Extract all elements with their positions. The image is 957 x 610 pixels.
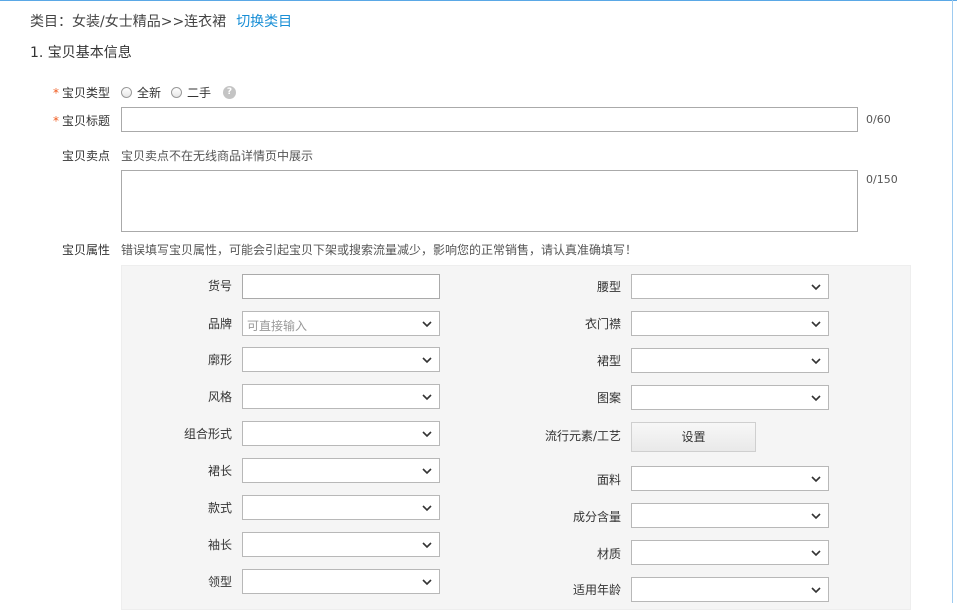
fabric-select[interactable] (631, 466, 829, 491)
attr-label-waist: 腰型 (596, 280, 621, 294)
required-mark: * (52, 86, 59, 100)
chevron-down-icon (422, 394, 432, 401)
chevron-down-icon (811, 395, 821, 402)
trend-elements-settings-button[interactable]: 设置 (631, 422, 756, 452)
attr-label-pattern: 图案 (596, 391, 621, 405)
skirt-type-select[interactable] (631, 348, 829, 373)
item-type-label: * 宝贝类型 (30, 84, 110, 101)
required-mark: * (52, 114, 59, 128)
chevron-down-icon (422, 357, 432, 364)
brand-select[interactable]: 可直接输入 (242, 311, 440, 336)
selling-point-textarea[interactable] (121, 170, 858, 232)
material-select[interactable] (631, 540, 829, 565)
selling-point-counter: 0/150 (866, 173, 898, 186)
chevron-down-icon (422, 321, 432, 328)
top-border (0, 0, 957, 1)
waist-select[interactable] (631, 274, 829, 299)
chevron-down-icon (422, 505, 432, 512)
item-type-radio-group: 全新 二手 ? (121, 84, 237, 101)
collar-select[interactable] (242, 569, 440, 594)
category-breadcrumb: 类目：女装/女士精品>>连衣裙 切换类目 (30, 11, 292, 31)
radio-used[interactable]: 二手 (171, 84, 211, 101)
radio-new[interactable]: 全新 (121, 84, 161, 101)
item-title-input[interactable] (121, 107, 858, 132)
attr-label-item-number: 货号 (207, 279, 232, 293)
attr-label-style: 风格 (207, 390, 232, 404)
composition-select[interactable] (631, 503, 829, 528)
attr-label-skirt-length: 裙长 (207, 464, 232, 478)
brand-placeholder: 可直接输入 (247, 319, 308, 333)
chevron-down-icon (811, 358, 821, 365)
attr-label-brand: 品牌 (207, 317, 232, 331)
attr-label-age: 适用年龄 (572, 583, 621, 597)
section-title: 1. 宝贝基本信息 (30, 45, 132, 61)
attr-label-trend-elements: 流行元素/工艺 (544, 429, 621, 443)
chevron-down-icon (811, 284, 821, 291)
chevron-down-icon (422, 542, 432, 549)
chevron-down-icon (811, 476, 821, 483)
radio-circle-icon[interactable] (121, 87, 132, 98)
attr-label-skirt-type: 裙型 (596, 354, 621, 368)
help-icon[interactable]: ? (223, 86, 237, 99)
design-select[interactable] (242, 495, 440, 520)
chevron-down-icon (811, 587, 821, 594)
combination-select[interactable] (242, 421, 440, 446)
attr-label-design: 款式 (207, 501, 232, 515)
item-title-counter: 0/60 (866, 113, 891, 126)
item-title-label: * 宝贝标题 (30, 112, 110, 129)
chevron-down-icon (811, 550, 821, 557)
attr-label-collar: 领型 (207, 575, 232, 589)
item-title-label-text: 宝贝标题 (61, 114, 110, 128)
attr-label-sleeve-length: 袖长 (207, 538, 232, 552)
item-number-input[interactable] (242, 274, 440, 299)
radio-circle-icon[interactable] (171, 87, 183, 98)
right-border (952, 0, 953, 603)
attributes-warning: 错误填写宝贝属性，可能会引起宝贝下架或搜索流量减少，影响您的正常销售，请认真准确… (121, 243, 638, 257)
attr-label-placket: 衣门襟 (584, 317, 621, 331)
sleeve-length-select[interactable] (242, 532, 440, 557)
attr-label-composition: 成分含量 (572, 510, 621, 524)
pattern-select[interactable] (631, 385, 829, 410)
age-select[interactable] (631, 577, 829, 602)
selling-point-label: 宝贝卖点 (61, 149, 110, 163)
attr-label-material: 材质 (596, 547, 621, 561)
placket-select[interactable] (631, 311, 829, 336)
skirt-length-select[interactable] (242, 458, 440, 483)
attr-label-combination: 组合形式 (183, 427, 232, 441)
chevron-down-icon (811, 321, 821, 328)
switch-category-link[interactable]: 切换类目 (236, 14, 292, 30)
attr-label-fabric: 面料 (596, 473, 621, 487)
radio-new-label: 全新 (137, 86, 162, 100)
silhouette-select[interactable] (242, 347, 440, 372)
chevron-down-icon (422, 579, 432, 586)
attr-label-silhouette: 廓形 (207, 353, 232, 367)
chevron-down-icon (422, 431, 432, 438)
chevron-down-icon (811, 513, 821, 520)
category-path: 类目：女装/女士精品>>连衣裙 (30, 14, 227, 30)
item-type-label-text: 宝贝类型 (61, 86, 110, 100)
style-select[interactable] (242, 384, 440, 409)
selling-point-hint: 宝贝卖点不在无线商品详情页中展示 (121, 149, 314, 163)
radio-used-label: 二手 (187, 86, 212, 100)
chevron-down-icon (422, 468, 432, 475)
attributes-label: 宝贝属性 (61, 243, 110, 257)
